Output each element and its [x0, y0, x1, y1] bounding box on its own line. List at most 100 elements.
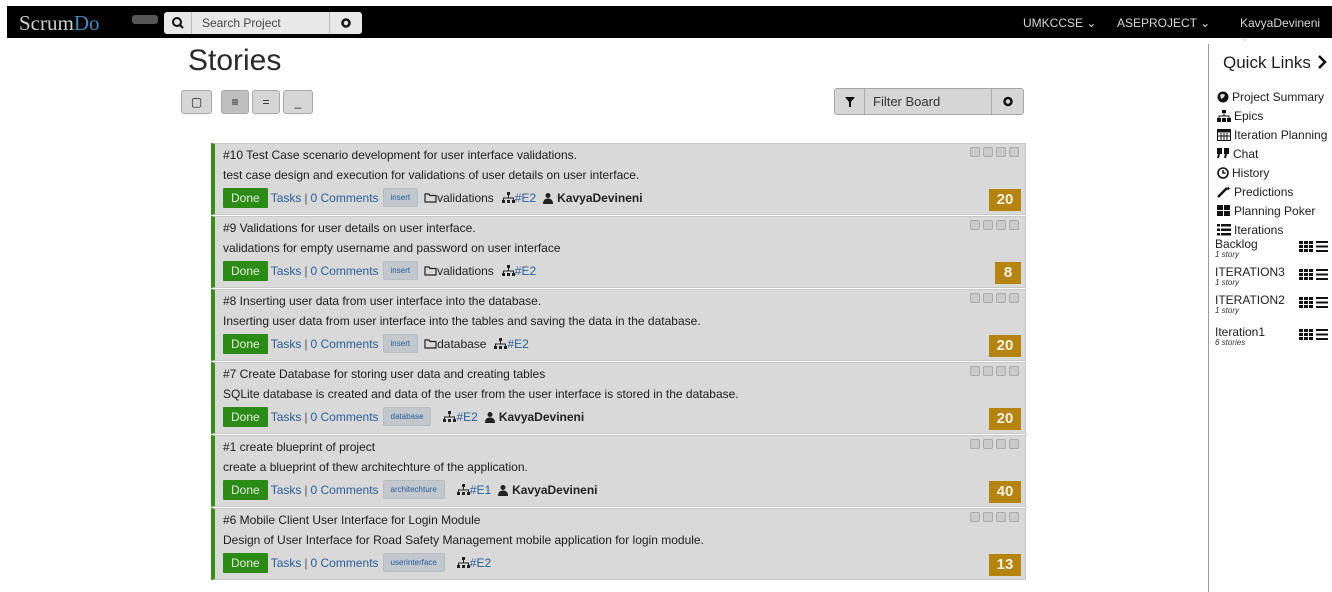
link-epics[interactable]: Epics — [1217, 106, 1327, 125]
story-points[interactable]: 40 — [989, 481, 1021, 503]
tag-icon[interactable] — [983, 220, 993, 230]
status-badge[interactable]: Done — [223, 552, 268, 573]
story-card[interactable]: #9 Validations for user details on user … — [211, 216, 1026, 288]
attach-icon[interactable] — [1009, 512, 1019, 522]
link-planning-poker[interactable]: Planning Poker — [1217, 201, 1327, 220]
story-tag[interactable]: architechture — [382, 480, 445, 499]
iteration-iteration1[interactable]: Iteration1 6 stories — [1215, 325, 1330, 350]
view-card-button[interactable]: ▢ — [181, 90, 212, 114]
search-button[interactable] — [164, 12, 192, 34]
link-project-summary[interactable]: Project Summary — [1217, 87, 1327, 106]
tag-icon[interactable] — [983, 147, 993, 157]
story-tag[interactable]: database — [382, 407, 432, 426]
edit-icon[interactable] — [996, 220, 1006, 230]
tasks-link[interactable]: Tasks — [271, 556, 302, 570]
epic-link[interactable]: #E2 — [515, 264, 536, 278]
tag-icon[interactable] — [983, 439, 993, 449]
view-list-button[interactable]: ≡ — [221, 90, 249, 114]
story-title[interactable]: #1 create blueprint of project — [223, 440, 375, 454]
tag-icon[interactable] — [983, 366, 993, 376]
view-minimal-button[interactable]: _ — [283, 90, 313, 114]
comments-link[interactable]: 0 Comments — [311, 264, 379, 278]
epic-link[interactable]: #E2 — [470, 556, 491, 570]
view-compact-button[interactable]: = — [252, 90, 280, 114]
epic-link[interactable]: #E1 — [470, 483, 491, 497]
comments-link[interactable]: 0 Comments — [311, 556, 379, 570]
share-icon[interactable] — [970, 439, 980, 449]
comments-link[interactable]: 0 Comments — [311, 191, 379, 205]
story-card[interactable]: #7 Create Database for storing user data… — [211, 362, 1026, 434]
status-badge[interactable]: Done — [223, 406, 268, 427]
attach-icon[interactable] — [1009, 439, 1019, 449]
attach-icon[interactable] — [1009, 293, 1019, 303]
story-points[interactable]: 20 — [989, 408, 1021, 430]
quick-links-header[interactable]: Quick Links — [1223, 53, 1328, 73]
iteration-iteration2[interactable]: ITERATION2 1 story — [1215, 293, 1330, 318]
project-dropdown[interactable]: ASEPROJECT ⌄ — [1117, 16, 1210, 30]
tasks-link[interactable]: Tasks — [271, 483, 302, 497]
list-view-icon[interactable] — [1316, 241, 1328, 252]
edit-icon[interactable] — [996, 147, 1006, 157]
list-view-icon[interactable] — [1316, 269, 1328, 280]
iteration-backlog[interactable]: Backlog 1 story — [1215, 237, 1330, 262]
link-history[interactable]: History — [1217, 163, 1327, 182]
attach-icon[interactable] — [1009, 366, 1019, 376]
list-view-icon[interactable] — [1316, 297, 1328, 308]
story-points[interactable]: 13 — [989, 554, 1021, 576]
filter-board-input[interactable]: Filter Board — [873, 94, 940, 109]
edit-icon[interactable] — [996, 366, 1006, 376]
epic-link[interactable]: #E2 — [507, 337, 528, 351]
attach-icon[interactable] — [1009, 147, 1019, 157]
menu-toggle-button[interactable] — [132, 15, 158, 24]
story-card[interactable]: #6 Mobile Client User Interface for Logi… — [211, 508, 1026, 580]
edit-icon[interactable] — [996, 293, 1006, 303]
link-predictions[interactable]: Predictions — [1217, 182, 1327, 201]
tag-icon[interactable] — [983, 293, 993, 303]
story-card[interactable]: #8 Inserting user data from user interfa… — [211, 289, 1026, 361]
story-title[interactable]: #6 Mobile Client User Interface for Logi… — [223, 513, 480, 527]
comments-link[interactable]: 0 Comments — [311, 337, 379, 351]
story-card[interactable]: #10 Test Case scenario development for u… — [211, 143, 1026, 215]
tag-icon[interactable] — [983, 512, 993, 522]
story-title[interactable]: #9 Validations for user details on user … — [223, 221, 476, 235]
story-tag[interactable]: userinterface — [382, 553, 445, 572]
status-badge[interactable]: Done — [223, 187, 268, 208]
story-title[interactable]: #7 Create Database for storing user data… — [223, 367, 545, 381]
link-chat[interactable]: Chat — [1217, 144, 1327, 163]
list-view-icon[interactable] — [1316, 329, 1328, 340]
story-card[interactable]: #1 create blueprint of project create a … — [211, 435, 1026, 507]
comments-link[interactable]: 0 Comments — [311, 410, 379, 424]
story-points[interactable]: 20 — [989, 335, 1021, 357]
search-input[interactable]: Search Project — [202, 16, 281, 30]
attach-icon[interactable] — [1009, 220, 1019, 230]
share-icon[interactable] — [970, 366, 980, 376]
status-badge[interactable]: Done — [223, 333, 268, 354]
share-icon[interactable] — [970, 220, 980, 230]
edit-icon[interactable] — [996, 439, 1006, 449]
board-view-icon[interactable] — [1299, 241, 1313, 252]
user-dropdown[interactable]: KavyaDevineni ⌄ — [1240, 16, 1332, 44]
epic-link[interactable]: #E2 — [456, 410, 477, 424]
story-tag[interactable]: insert — [382, 334, 419, 353]
story-tag[interactable]: insert — [382, 188, 419, 207]
epic-link[interactable]: #E2 — [515, 191, 536, 205]
link-iteration-planning[interactable]: Iteration Planning — [1217, 125, 1327, 144]
tasks-link[interactable]: Tasks — [271, 410, 302, 424]
comments-link[interactable]: 0 Comments — [311, 483, 379, 497]
share-icon[interactable] — [970, 512, 980, 522]
tasks-link[interactable]: Tasks — [271, 191, 302, 205]
tasks-link[interactable]: Tasks — [271, 264, 302, 278]
tasks-link[interactable]: Tasks — [271, 337, 302, 351]
board-view-icon[interactable] — [1299, 269, 1313, 280]
iteration-iteration3[interactable]: ITERATION3 1 story — [1215, 265, 1330, 290]
scrumdo-logo[interactable]: ScrumDo — [19, 11, 100, 36]
filter-settings-button[interactable] — [991, 89, 1023, 114]
story-points[interactable]: 20 — [989, 189, 1021, 211]
story-tag[interactable]: insert — [382, 261, 419, 280]
search-settings-button[interactable] — [329, 12, 362, 34]
share-icon[interactable] — [970, 293, 980, 303]
story-title[interactable]: #8 Inserting user data from user interfa… — [223, 294, 541, 308]
share-icon[interactable] — [970, 147, 980, 157]
status-badge[interactable]: Done — [223, 479, 268, 500]
board-view-icon[interactable] — [1299, 297, 1313, 308]
